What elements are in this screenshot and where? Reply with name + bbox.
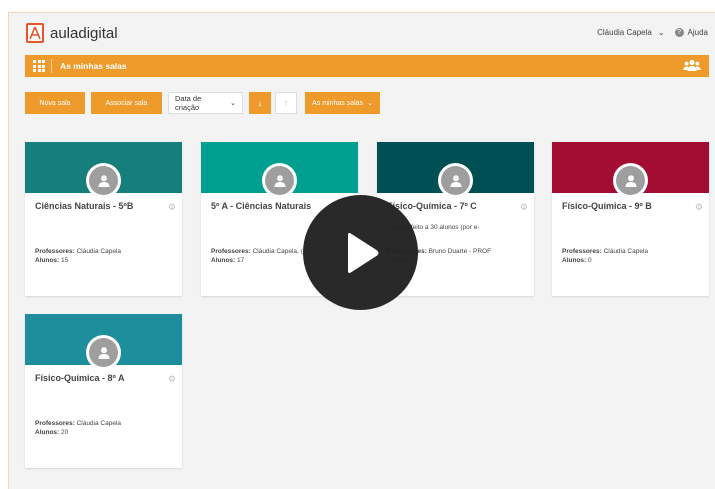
rooms-header-bar: As minhas salas: [25, 55, 709, 77]
avatar: [262, 163, 297, 198]
logo[interactable]: auladigital: [26, 23, 118, 43]
avatar: [86, 335, 121, 370]
associate-room-button[interactable]: Associar sala: [91, 92, 162, 114]
sort-select-value: Data de criação: [175, 94, 202, 112]
professors-value: Cláudia Capela: [76, 248, 122, 255]
filter-select[interactable]: As minhas salas ⌄: [305, 92, 380, 114]
students-label: Alunos:: [35, 429, 60, 436]
card-title: Físico-Química - 8º A: [35, 373, 125, 383]
user-name[interactable]: Cláudia Capela: [597, 28, 652, 37]
logo-text-aula: aula: [50, 24, 79, 42]
students-value: 20: [61, 429, 69, 436]
room-card[interactable]: Físico-Química - 8º A ⚙ Professores: Clá…: [25, 314, 182, 468]
logo-icon: [26, 23, 44, 43]
play-icon: [347, 232, 378, 273]
gear-icon[interactable]: ⚙: [168, 202, 176, 213]
toolbar: Nova sala Associar sala Data de criação …: [25, 92, 386, 114]
room-card[interactable]: Ciências Naturais - 5ºB ⚙ Professores: C…: [25, 142, 182, 296]
sort-ascending-button[interactable]: ↑: [275, 92, 297, 114]
arrow-up-icon: ↑: [283, 98, 289, 108]
avatar: [86, 163, 121, 198]
gear-icon[interactable]: ⚙: [695, 202, 703, 213]
card-title: Físico-Química - 7º C: [387, 201, 477, 211]
card-title: Ciências Naturais - 5ºB: [35, 201, 134, 211]
sort-select[interactable]: Data de criação ⌄: [168, 92, 243, 114]
help-link[interactable]: Ajuda: [688, 28, 708, 37]
card-title: Físico-Química - 9º B: [562, 201, 652, 211]
rooms-title: As minhas salas: [60, 61, 127, 71]
chevron-down-icon: ⌄: [230, 100, 236, 107]
card-professors: Professores: Cláudia Capela: [35, 420, 121, 427]
chevron-down-icon[interactable]: ⌄: [658, 28, 665, 37]
card-students: Alunos: 20: [35, 429, 68, 436]
sort-descending-button[interactable]: ↓: [249, 92, 271, 114]
top-bar: auladigital Cláudia Capela ⌄ ? Ajuda: [9, 13, 715, 53]
students-label: Alunos:: [35, 257, 60, 264]
arrow-down-icon: ↓: [257, 98, 263, 108]
chevron-down-icon: ⌄: [367, 100, 373, 107]
avatar: [613, 163, 648, 198]
filter-select-value: As minhas salas: [312, 99, 364, 107]
users-icon[interactable]: [683, 59, 701, 77]
students-value: 15: [61, 257, 69, 264]
gear-icon[interactable]: ⚙: [520, 202, 528, 213]
professors-label: Professores:: [35, 248, 75, 255]
new-room-button[interactable]: Nova sala: [25, 92, 85, 114]
help-icon[interactable]: ?: [674, 28, 684, 37]
play-button[interactable]: [303, 195, 418, 310]
students-label: Alunos:: [562, 257, 587, 264]
students-value: 17: [237, 257, 245, 264]
professors-label: Professores:: [35, 420, 75, 427]
room-card[interactable]: Físico-Química - 9º B ⚙ Professores: Clá…: [552, 142, 709, 296]
gear-icon[interactable]: ⚙: [168, 374, 176, 385]
card-students: Alunos: 15: [35, 257, 68, 264]
professors-value: Cláudia Capela: [76, 420, 122, 427]
logo-text-digital: digital: [78, 24, 118, 42]
card-title: 5º A - Ciências Naturais: [211, 201, 312, 211]
logo-text: auladigital: [50, 25, 118, 42]
students-label: Alunos:: [211, 257, 236, 264]
professors-value: Cláudia Capela: [603, 248, 649, 255]
professors-label: Professores:: [562, 248, 602, 255]
card-professors: Professores: Cláudia Capela: [35, 248, 121, 255]
avatar: [438, 163, 473, 198]
card-professors: Professores: Cláudia Capela, (: [211, 248, 303, 255]
card-professors: Professores: Cláudia Capela: [562, 248, 648, 255]
professors-label: Professores:: [211, 248, 251, 255]
card-students: Alunos: 17: [211, 257, 244, 264]
grid-icon[interactable]: [33, 60, 45, 72]
user-area: Cláudia Capela ⌄ ? Ajuda: [597, 28, 708, 37]
card-students: Alunos: 0: [562, 257, 592, 264]
professors-value: Cláudia Capela, (: [252, 248, 303, 255]
professors-value: Bruno Duarte - PROF: [428, 248, 492, 255]
students-value: 0: [588, 257, 592, 264]
divider: [51, 59, 52, 73]
